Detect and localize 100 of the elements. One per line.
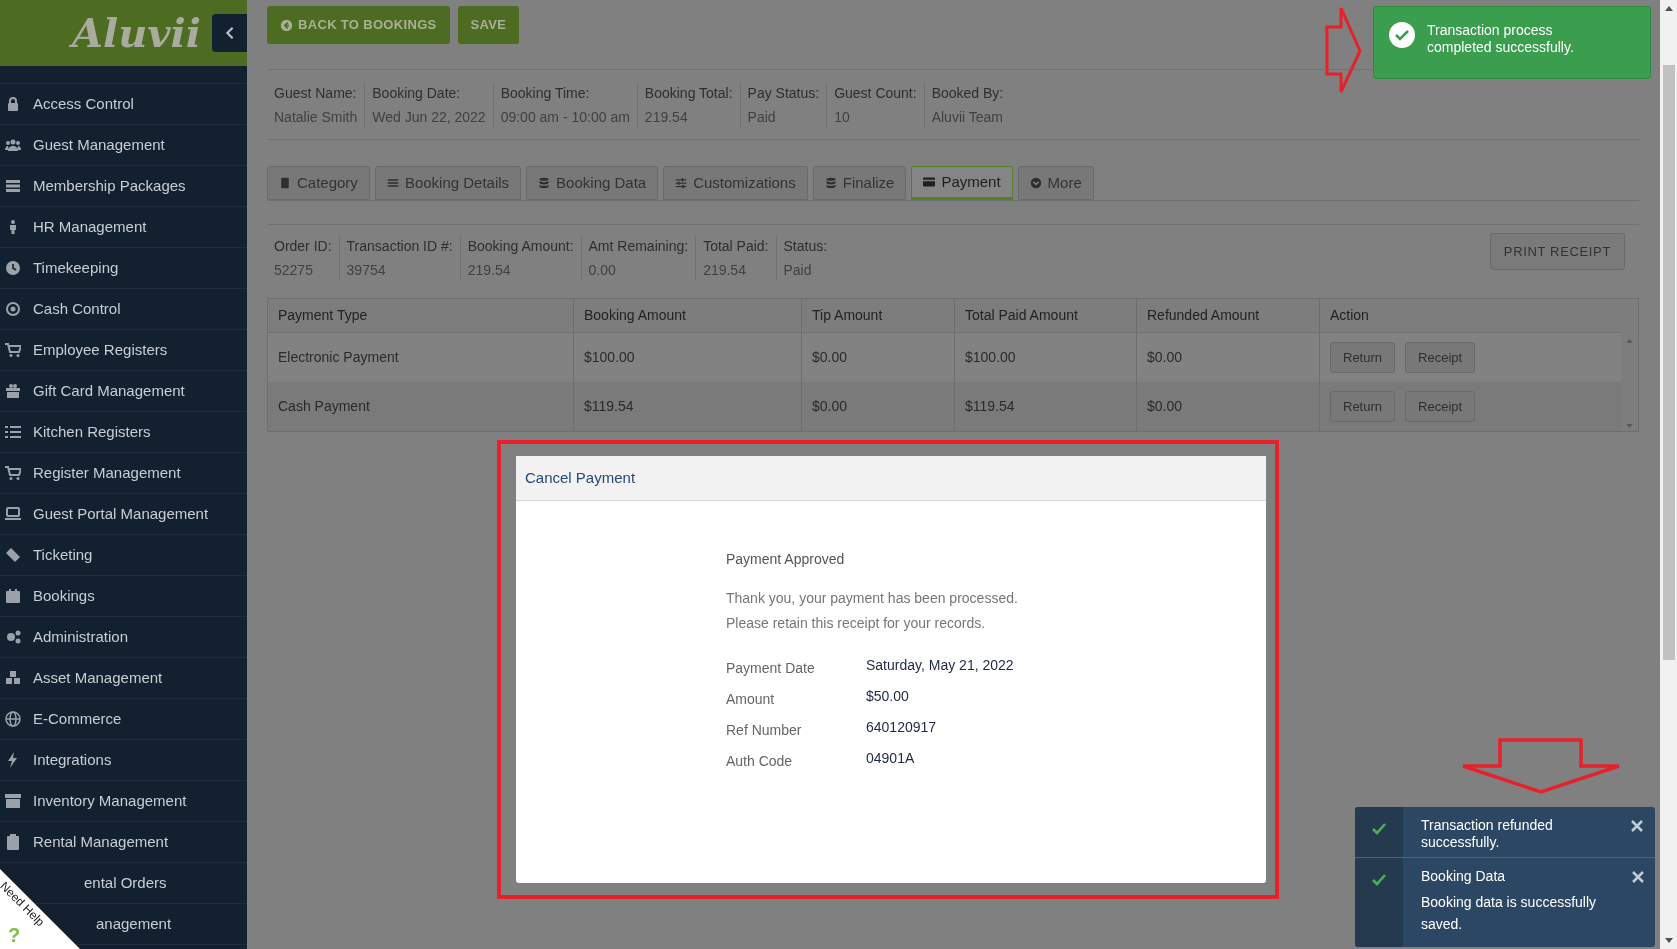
column-header: Booking Amount (573, 299, 801, 332)
field-label: Booked By: (931, 84, 1004, 103)
check-icon (1369, 821, 1389, 837)
field-label: Booking Time: (500, 84, 591, 103)
field-label: Amt Remaining: (588, 237, 689, 256)
field-value: Paid (783, 261, 813, 280)
sidebar-item[interactable]: Rental Management (5, 830, 169, 854)
field-label: Booking Total: (644, 84, 733, 103)
sidebar-item[interactable]: Ticketing (5, 543, 93, 567)
card-icon (923, 176, 936, 188)
field-value: Aluvii Team (931, 108, 1004, 127)
coin-icon (5, 301, 21, 317)
sidebar-item[interactable]: ental Orders (84, 871, 167, 895)
field-value: 219.54 (703, 261, 747, 280)
sidebar-item[interactable]: Cash Control (5, 297, 121, 321)
field-label: Status: (783, 237, 828, 256)
column-header: Refunded Amount (1136, 299, 1319, 332)
field-value: Paid (747, 108, 777, 127)
sidebar-item[interactable]: anagement (96, 912, 172, 936)
sidebar-item[interactable]: Administration (5, 625, 129, 649)
field-label: Guest Name: (274, 84, 358, 103)
clock-icon (5, 260, 21, 276)
toast-message: Transaction process completed successfully. (1427, 22, 1575, 56)
table-cell: $119.54 (954, 382, 1136, 431)
table-cell: $0.00 (1136, 382, 1319, 431)
field-value: 52275 (274, 261, 314, 280)
archive-icon (5, 793, 21, 809)
detail-value: 640120917 (866, 718, 937, 737)
sidebar-item[interactable]: Asset Management (5, 666, 163, 690)
notification-title: Transaction refunded successfully. (1421, 817, 1554, 851)
table-cell-text: Cash Payment (277, 397, 371, 416)
sidebar-item[interactable]: Inventory Management (5, 789, 187, 813)
stack-icon (5, 178, 21, 194)
page-scrollbar[interactable] (1660, 0, 1677, 949)
column-header: Tip Amount (801, 299, 954, 332)
field-value: 39754 (346, 261, 387, 280)
sidebar-item[interactable]: Guest Portal Management (5, 502, 209, 526)
column-header: Total Paid Amount (954, 299, 1136, 332)
notification-message: Booking data is successfully saved. (1421, 893, 1598, 934)
field-label: Booking Amount: (467, 237, 574, 256)
modal-heading: Payment Approved (726, 550, 846, 569)
field-value: 10 (834, 108, 851, 127)
field-label: Guest Count: (834, 84, 917, 103)
check-icon (1389, 22, 1415, 48)
field-value: 219.54 (467, 261, 512, 280)
modal-message: Please retain this receipt for your records. (726, 614, 987, 633)
sidebar-item[interactable]: Employee Registers (5, 338, 168, 362)
help-mark: ? (8, 925, 21, 945)
field-label: Total Paid: (703, 237, 769, 256)
sidebar-item[interactable]: Register Management (5, 461, 181, 485)
detail-value: Saturday, May 21, 2022 (866, 656, 1014, 675)
checklist-icon (5, 424, 21, 440)
sliders-icon (675, 177, 688, 189)
detail-label: Ref Number (726, 721, 803, 740)
sidebar-item[interactable]: Integrations (5, 748, 112, 772)
field-label: Order ID: (274, 237, 332, 256)
table-cell: $119.54 (573, 382, 801, 431)
scroll-up-icon[interactable] (1664, 6, 1673, 11)
field-value: Natalie Smith (274, 108, 358, 127)
sidebar-item[interactable]: Timekeeping (5, 256, 119, 280)
field-value: 0.00 (588, 261, 617, 280)
sidebar-item[interactable]: Membership Packages (5, 174, 186, 198)
sidebar-item[interactable]: Kitchen Registers (5, 420, 151, 444)
column-header: Payment Type (277, 306, 369, 325)
scroll-down-icon[interactable] (1664, 938, 1673, 943)
sidebar-item[interactable]: Access Control (5, 92, 134, 116)
chevron-down-icon (1029, 177, 1042, 189)
clipboard-icon (5, 834, 21, 850)
cart-icon (5, 342, 21, 358)
gift-icon (5, 383, 21, 399)
laptop-icon (5, 506, 21, 522)
database-icon (824, 177, 837, 189)
sidebar-item[interactable]: Gift Card Management (5, 379, 185, 403)
check-icon (1369, 872, 1389, 888)
collapse-button[interactable] (212, 14, 247, 52)
detail-label: Auth Code (726, 752, 794, 771)
tab[interactable]: Payment (911, 166, 1013, 200)
close-icon (1631, 820, 1643, 832)
field-label: Transaction ID #: (346, 237, 453, 256)
lock-icon (5, 96, 21, 112)
detail-label: Payment Date (726, 659, 816, 678)
field-value: Wed Jun 22, 2022 (372, 108, 486, 127)
list-icon (386, 177, 399, 189)
detail-value: 04901A (866, 749, 915, 768)
modal-message: Thank you, your payment has been processed. (726, 589, 1019, 608)
field-label: Booking Date: (372, 84, 462, 103)
boxes-icon (5, 670, 21, 686)
back-arrow-icon (280, 18, 293, 32)
sidebar-item[interactable]: HR Management (5, 215, 147, 239)
globe-icon (5, 711, 21, 727)
database-icon (538, 177, 551, 189)
field-value: 219.54 (644, 108, 689, 127)
table-cell: $0.00 (801, 382, 954, 431)
modal-title: Cancel Payment (525, 467, 636, 488)
scroll-thumb[interactable] (1662, 65, 1675, 660)
field-label: Pay Status: (747, 84, 820, 103)
sidebar-item[interactable]: Guest Management (5, 133, 165, 157)
detail-value: $50.00 (866, 687, 909, 706)
sidebar-item[interactable]: Bookings (5, 584, 95, 608)
sidebar-item[interactable]: E-Commerce (5, 707, 122, 731)
